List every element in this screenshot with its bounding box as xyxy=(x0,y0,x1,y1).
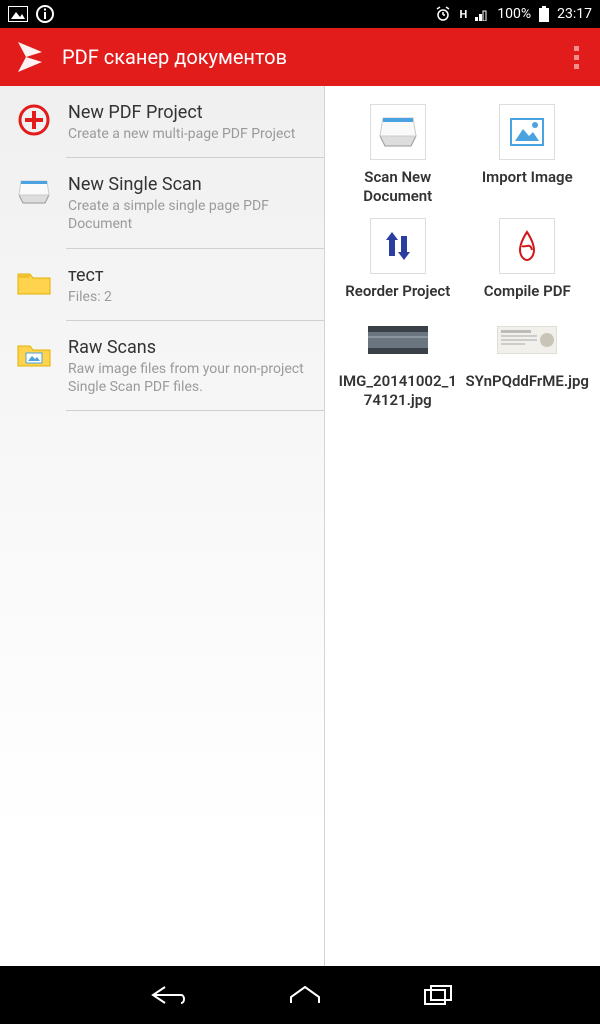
grid-item-label: Reorder Project xyxy=(345,282,450,301)
folder-image-icon xyxy=(14,335,54,375)
list-item-subtitle: Files: 2 xyxy=(68,288,312,306)
battery-percent: 100% xyxy=(497,6,531,22)
recent-apps-button[interactable] xyxy=(423,984,453,1006)
list-item-subtitle: Create a new multi-page PDF Project xyxy=(68,125,312,143)
pdf-icon xyxy=(499,218,555,274)
image-icon xyxy=(499,104,555,160)
scan-new-document-button[interactable]: Scan New Document xyxy=(335,104,461,206)
reorder-arrows-icon xyxy=(370,218,426,274)
reorder-project-button[interactable]: Reorder Project xyxy=(335,218,461,301)
file-name-label: IMG_20141002_174121.jpg xyxy=(335,372,461,410)
app-bar: PDF сканер документов xyxy=(0,28,600,86)
alarm-icon xyxy=(435,6,451,22)
raw-scans-item[interactable]: Raw Scans Raw image files from your non-… xyxy=(0,321,324,410)
file-thumbnail-item[interactable]: SYnPQddFrME.jpg xyxy=(465,312,591,410)
right-pane: Scan New Document Import Image Reorder P… xyxy=(325,86,600,966)
list-item-title: Raw Scans xyxy=(68,337,312,358)
plus-circle-icon xyxy=(14,100,54,140)
list-item-subtitle: Raw image files from your non-project Si… xyxy=(68,360,312,396)
signal-icon xyxy=(475,7,489,21)
app-title: PDF сканер документов xyxy=(62,45,564,69)
action-grid: Scan New Document Import Image Reorder P… xyxy=(325,86,600,420)
list-item-subtitle: Create a simple single page PDF Document xyxy=(68,197,312,233)
android-status-bar: H 100% 23:17 xyxy=(0,0,600,28)
list-item-title: New Single Scan xyxy=(68,174,312,195)
list-item-title: New PDF Project xyxy=(68,102,312,123)
left-pane: New PDF Project Create a new multi-page … xyxy=(0,86,325,966)
main-content: New PDF Project Create a new multi-page … xyxy=(0,86,600,966)
battery-icon xyxy=(539,6,549,22)
divider xyxy=(66,410,324,411)
import-image-button[interactable]: Import Image xyxy=(465,104,591,206)
android-nav-bar xyxy=(0,966,600,1024)
file-name-label: SYnPQddFrME.jpg xyxy=(466,372,589,391)
image-thumbnail xyxy=(368,326,428,354)
folder-icon xyxy=(14,263,54,303)
grid-item-label: Scan New Document xyxy=(335,168,461,206)
file-thumbnail-item[interactable]: IMG_20141002_174121.jpg xyxy=(335,312,461,410)
gallery-icon xyxy=(8,6,28,22)
clock-label: 23:17 xyxy=(557,6,592,22)
overflow-menu-button[interactable] xyxy=(564,37,588,77)
project-folder-item[interactable]: тест Files: 2 xyxy=(0,249,324,320)
app-logo-icon xyxy=(12,38,50,76)
new-single-scan-item[interactable]: New Single Scan Create a simple single p… xyxy=(0,158,324,247)
image-thumbnail xyxy=(497,326,557,354)
grid-item-label: Import Image xyxy=(482,168,573,187)
scanner-icon xyxy=(370,104,426,160)
compile-pdf-button[interactable]: Compile PDF xyxy=(465,218,591,301)
info-icon xyxy=(36,5,54,23)
list-item-title: тест xyxy=(68,265,312,286)
network-type-label: H xyxy=(459,8,467,21)
new-pdf-project-item[interactable]: New PDF Project Create a new multi-page … xyxy=(0,86,324,157)
back-button[interactable] xyxy=(147,983,187,1007)
home-button[interactable] xyxy=(287,983,323,1007)
grid-item-label: Compile PDF xyxy=(484,282,571,301)
scanner-icon xyxy=(14,172,54,212)
